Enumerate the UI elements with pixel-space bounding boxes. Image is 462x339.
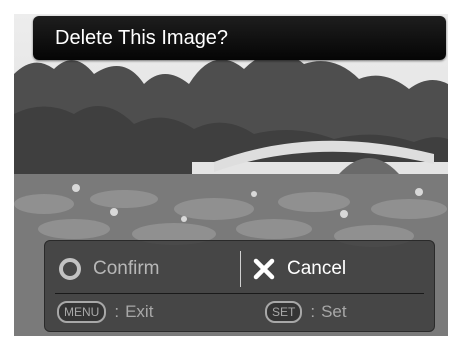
hint-divider	[55, 293, 424, 294]
set-button-badge: SET	[265, 301, 303, 323]
confirm-label: Confirm	[93, 258, 160, 279]
menu-exit-hint: MENU : Exit	[57, 301, 153, 323]
hint-action: Exit	[125, 302, 154, 321]
hint-separator: :	[114, 302, 120, 321]
confirm-option[interactable]: Confirm	[59, 251, 160, 287]
cancel-option[interactable]: Cancel	[253, 251, 346, 287]
set-hint: SET : Set	[265, 301, 347, 323]
dialog-title: Delete This Image?	[55, 26, 229, 49]
title-bar: Delete This Image?	[33, 16, 446, 60]
hint-action: Set	[321, 302, 347, 321]
hint-separator: :	[310, 302, 316, 321]
cancel-label: Cancel	[287, 258, 347, 279]
x-icon	[253, 258, 275, 280]
option-divider	[240, 251, 241, 287]
radio-circle-icon	[59, 258, 81, 280]
menu-button-badge: MENU	[57, 301, 107, 323]
delete-confirm-dialog: Confirm Cancel MENU : Exit SET : Set	[44, 240, 435, 332]
